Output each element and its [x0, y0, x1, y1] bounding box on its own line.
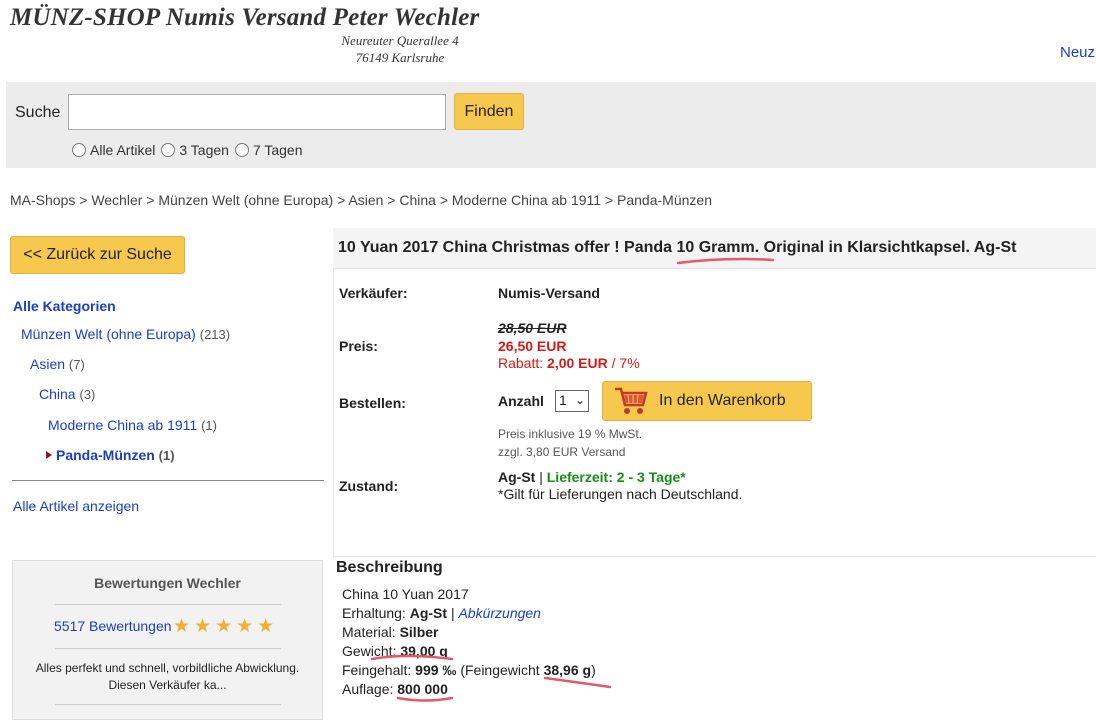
description-mintage: Auflage: 800 000 [342, 681, 448, 697]
radio-7-days-label: 7 Tagen [252, 142, 303, 158]
weight-label: Gewicht: [342, 643, 397, 659]
condition-line: Ag-St | Lieferzeit: 2 - 3 Tage* [498, 469, 686, 485]
seller-name: Numis-Versand [498, 285, 600, 301]
old-price: 28,50 EUR [498, 320, 567, 336]
category-moderne-china[interactable]: Moderne China ab 1911 (1) [48, 417, 217, 433]
fine-weight-open: (Feingewicht [460, 662, 540, 678]
radio-3-days-label: 3 Tagen [179, 142, 229, 158]
fine-weight-close: ) [591, 662, 596, 678]
discount-info: Rabatt: 2,00 EUR / 7% [498, 355, 640, 371]
category-count: (213) [199, 327, 231, 342]
quantity-value: 1 [559, 392, 567, 408]
caret-right-icon [46, 451, 52, 459]
add-to-cart-label: In den Warenkorb [659, 392, 786, 409]
material-label: Material: [342, 624, 396, 640]
rating-review-text: Alles perfekt und schnell, vorbildliche … [13, 660, 322, 694]
category-label: Asien [30, 356, 66, 372]
delivery-time: Lieferzeit: 2 - 3 Tage* [546, 469, 686, 485]
fine-weight-value: 38,96 g [543, 662, 592, 678]
seller-rating-box: Bewertungen Wechler 5517 Bewertungen ★★★… [12, 560, 323, 720]
star-rating-icon: ★★★★★ [173, 616, 279, 637]
sidebar-divider [12, 480, 324, 481]
category-count: (3) [79, 387, 96, 402]
radio-3-days[interactable] [161, 143, 176, 157]
description-material: Material: Silber [342, 624, 438, 640]
radio-7-days[interactable] [234, 143, 249, 157]
description-fineness: Feingehalt: 999 ‰ (Feingewicht 38,96 g) [342, 662, 596, 678]
breadcrumb[interactable]: MA-Shops > Wechler > Münzen Welt (ohne E… [10, 192, 712, 208]
new-price: 26,50 EUR [498, 338, 567, 354]
mintage-label: Auflage: [342, 681, 394, 697]
radio-all-items-label: Alle Artikel [90, 142, 156, 158]
rating-divider [55, 604, 281, 605]
discount-amount: 2,00 EUR [547, 355, 608, 371]
description-heading: Beschreibung [336, 559, 443, 576]
order-label: Bestellen: [339, 395, 406, 411]
underline-auflage [396, 696, 454, 702]
chevron-down-icon: ⌄ [574, 393, 585, 407]
shipping-note: zzgl. 3,80 EUR Versand [498, 445, 626, 459]
find-button[interactable]: Finden [454, 93, 524, 130]
discount-label: Rabatt: [498, 355, 544, 371]
category-label: China [39, 386, 76, 402]
fineness-label: Feingehalt: [342, 662, 412, 678]
erhaltung-separator: | [450, 605, 455, 621]
material-value: Silber [399, 624, 439, 640]
condition-value: Ag-St [498, 469, 536, 485]
radio-all-items[interactable] [72, 143, 86, 157]
condition-label: Zustand: [339, 478, 399, 494]
category-label: Moderne China ab 1911 [48, 417, 198, 433]
header-link-neuz[interactable]: Neuz [1060, 44, 1095, 61]
product-title: 10 Yuan 2017 China Christmas offer ! Pan… [338, 239, 1017, 256]
category-asien[interactable]: Asien (7) [30, 356, 85, 372]
category-count: (7) [68, 357, 85, 372]
condition-separator: | [539, 469, 543, 485]
underline-feingewicht [543, 676, 612, 689]
rating-count-link[interactable]: 5517 Bewertungen [54, 618, 172, 634]
back-to-search-button[interactable]: << Zurück zur Suche [10, 236, 185, 274]
category-panda-muenzen[interactable]: Panda-Münzen (1) [46, 447, 175, 463]
all-categories-link[interactable]: Alle Kategorien [13, 298, 116, 314]
discount-percent: / 7% [611, 355, 640, 371]
shop-address-city: 76149 Karlsruhe [355, 50, 445, 65]
description-line-coin: China 10 Yuan 2017 [342, 586, 469, 602]
add-to-cart-button[interactable]: In den Warenkorb [602, 381, 812, 421]
category-muenzen-welt[interactable]: Münzen Welt (ohne Europa) (213) [21, 326, 230, 342]
quantity-label: Anzahl [498, 393, 544, 409]
search-period-options: Alle Artikel 3 Tagen 7 Tagen [70, 142, 307, 158]
search-input[interactable] [68, 94, 446, 130]
description-erhaltung: Erhaltung: Ag-St | Abkürzungen [342, 605, 541, 621]
content-left-border [333, 228, 334, 558]
fineness-value: 999 ‰ [415, 662, 457, 678]
shopping-cart-icon [613, 385, 649, 422]
price-label: Preis: [339, 338, 378, 354]
vat-note: Preis inklusive 19 % MwSt. [498, 427, 643, 441]
description-weight: Gewicht: 39,00 g [342, 643, 448, 659]
rating-review-line1: Alles perfekt und schnell, vorbildliche … [35, 661, 300, 675]
product-title-bar: 10 Yuan 2017 China Christmas offer ! Pan… [333, 228, 1096, 269]
all-items-link[interactable]: Alle Artikel anzeigen [13, 498, 139, 514]
erhaltung-label: Erhaltung: [342, 605, 406, 621]
category-china[interactable]: China (3) [39, 386, 95, 402]
quantity-select[interactable]: 1 ⌄ [555, 390, 589, 412]
rating-title: Bewertungen Wechler [94, 575, 241, 591]
erhaltung-value: Ag-St [409, 605, 448, 621]
search-bar: Suche Finden Alle Artikel 3 Tagen 7 Tage… [6, 82, 1096, 168]
delivery-note: *Gilt für Lieferungen nach Deutschland. [498, 486, 743, 502]
category-count: (1) [201, 418, 217, 433]
rating-divider [55, 704, 281, 705]
seller-label: Verkäufer: [339, 285, 408, 301]
search-label: Suche [15, 104, 61, 121]
abbreviations-link[interactable]: Abkürzungen [458, 605, 541, 621]
category-label: Münzen Welt (ohne Europa) [21, 326, 196, 342]
category-label: Panda-Münzen [56, 447, 155, 463]
description-divider [333, 556, 1096, 557]
category-count: (1) [158, 448, 175, 463]
shop-address-street: Neureuter Querallee 4 [341, 33, 459, 48]
shop-title: MÜNZ-SHOP Numis Versand Peter Wechler [10, 4, 480, 31]
rating-divider [55, 648, 281, 649]
rating-review-line2: Diesen Verkäufer ka... [108, 678, 227, 692]
mintage-value: 800 000 [397, 681, 448, 697]
weight-value: 39,00 g [400, 643, 448, 659]
